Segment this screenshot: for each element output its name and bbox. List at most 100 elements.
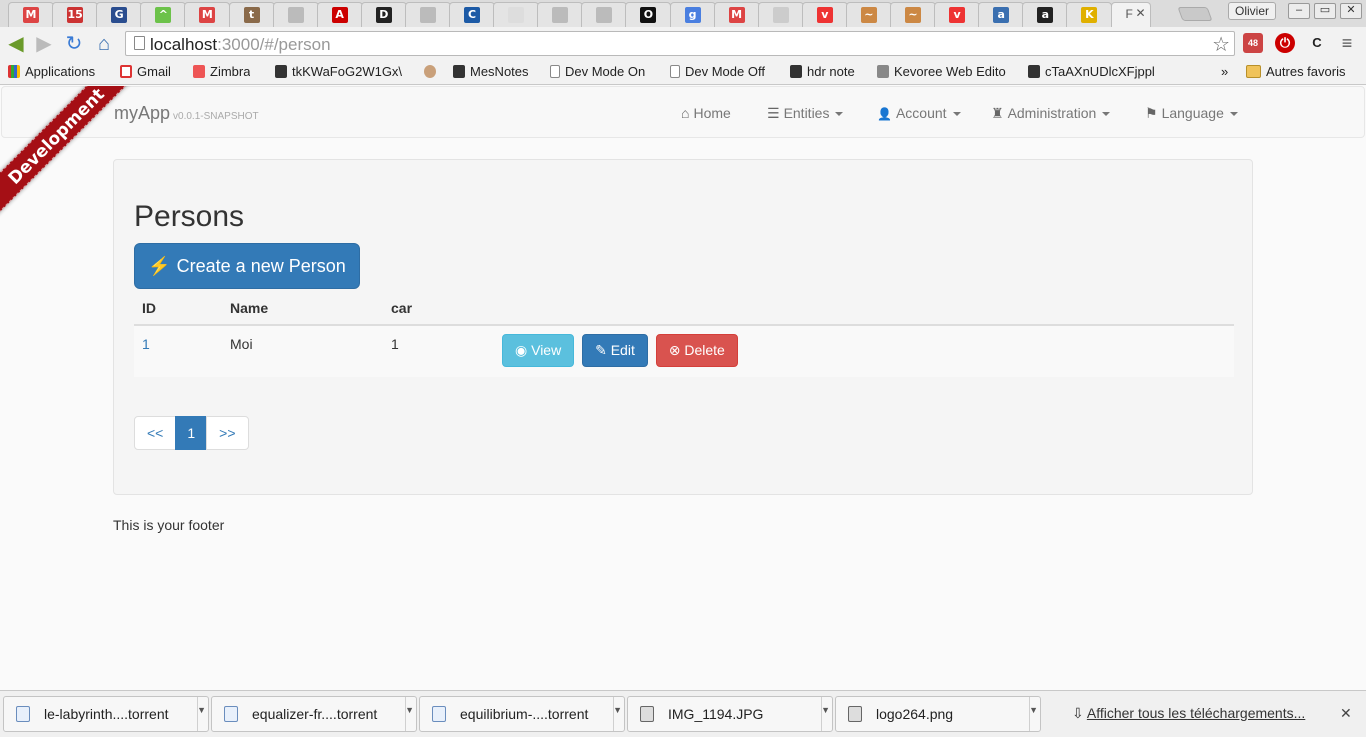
bookmark-applications[interactable]: Applications <box>8 64 95 79</box>
bookmark-star-icon[interactable]: ☆ <box>1212 32 1230 57</box>
download-item[interactable]: logo264.png ▼ <box>835 696 1041 732</box>
browser-tab[interactable]: G <box>96 2 143 27</box>
browser-tab[interactable] <box>757 2 804 27</box>
bookmark-ctaaxnudl[interactable]: cTaAXnUDlcXFjppl <box>1028 64 1164 79</box>
profile-button[interactable]: Olivier <box>1228 2 1277 20</box>
bookmark-gmail[interactable]: Gmail <box>120 64 171 79</box>
bookmark-hdr-note[interactable]: hdr note <box>790 64 855 79</box>
browser-tab[interactable] <box>272 2 319 27</box>
browser-tab[interactable]: ~ <box>845 2 892 27</box>
download-filename: logo264.png <box>876 706 954 722</box>
bookmarks-overflow-button[interactable]: » <box>1221 64 1228 79</box>
bookmark-dev-mode-on[interactable]: Dev Mode On <box>550 64 645 79</box>
browser-tab[interactable]: M <box>713 2 760 27</box>
download-item[interactable]: le-labyrinth....torrent ▼ <box>3 696 209 732</box>
nav-language[interactable]: ⚑ Language <box>1145 105 1238 122</box>
chevron-down-icon[interactable]: ▼ <box>405 705 414 715</box>
extension-c-icon[interactable]: C <box>1307 33 1327 53</box>
browser-tab[interactable]: O <box>625 2 672 27</box>
browser-tab[interactable] <box>493 2 540 27</box>
person-id-link[interactable]: 1 <box>142 336 150 352</box>
calendar-extension-icon[interactable]: 48 <box>1243 33 1263 53</box>
adblock-extension-icon[interactable]: ⏻ <box>1275 33 1295 53</box>
bookmark-tkkwafog[interactable]: tkKWaFoG2W1Gx\ <box>275 64 411 79</box>
browser-tab[interactable]: g <box>669 2 716 27</box>
download-item[interactable]: equilibrium-....torrent ▼ <box>419 696 625 732</box>
column-header-name: Name <box>222 292 383 326</box>
browser-tab[interactable]: a <box>978 2 1025 27</box>
caret-down-icon <box>835 112 844 117</box>
browser-tab[interactable] <box>537 2 584 27</box>
home-icon[interactable]: ⌂ <box>92 32 116 56</box>
delete-button[interactable]: ⊗ Delete <box>655 334 738 367</box>
download-item-open[interactable]: logo264.png <box>836 697 1030 731</box>
browser-tab[interactable] <box>404 2 451 27</box>
caret-down-icon <box>1229 112 1238 117</box>
minimize-button[interactable]: – <box>1288 3 1310 19</box>
nav-entities[interactable]: ☰ Entities <box>767 105 844 122</box>
caret-down-icon <box>952 112 961 117</box>
close-shelf-icon[interactable]: ✕ <box>1340 705 1352 722</box>
chevron-down-icon[interactable]: ▼ <box>197 705 206 715</box>
download-item-open[interactable]: equalizer-fr....torrent <box>212 697 406 731</box>
browser-tab[interactable]: C <box>449 2 495 27</box>
other-bookmarks[interactable]: Autres favoris <box>1246 64 1345 79</box>
browser-tab[interactable]: ^ <box>140 2 187 27</box>
feedly-tab-icon: ^ <box>155 7 172 23</box>
ribbon-label: Development <box>0 86 140 224</box>
maximize-button[interactable]: ▭ <box>1314 3 1336 19</box>
menu-icon[interactable]: ≡ <box>1337 33 1357 53</box>
browser-tab[interactable]: ~ <box>890 2 936 27</box>
browser-tab[interactable]: A <box>316 2 363 27</box>
browser-tab[interactable]: M <box>184 2 231 27</box>
edit-button[interactable]: ✎ Edit <box>582 334 648 367</box>
pagination-next[interactable]: >> <box>206 416 249 450</box>
bookmark-face[interactable] <box>424 64 441 79</box>
nav-account[interactable]: 👤 Account <box>877 105 961 121</box>
bookmark-zimbra[interactable]: Zimbra <box>193 64 250 79</box>
show-all-downloads[interactable]: ⇩ Afficher tous les téléchargements... <box>1072 705 1305 722</box>
pagination-prev[interactable]: << <box>134 416 177 450</box>
close-tab-icon[interactable]: ✕ <box>1135 6 1145 20</box>
pagination-page-1[interactable]: 1 <box>175 416 208 450</box>
view-button[interactable]: ◉ View <box>502 334 575 367</box>
reload-icon[interactable]: ↻ <box>62 32 86 56</box>
download-item-open[interactable]: IMG_1194.JPG <box>628 697 822 731</box>
bookmark-kevoree[interactable]: Kevoree Web Edito <box>877 64 1015 79</box>
browser-tab[interactable]: 15 <box>52 2 99 27</box>
folder-icon <box>1246 65 1261 78</box>
download-item-open[interactable]: equilibrium-....torrent <box>420 697 614 731</box>
forward-arrow-icon[interactable]: ▶ <box>32 32 56 56</box>
chevron-down-icon[interactable]: ▼ <box>613 705 622 715</box>
bookmark-mesnotes[interactable]: MesNotes <box>453 64 529 79</box>
download-item[interactable]: IMG_1194.JPG ▼ <box>627 696 833 732</box>
tab-title: F <box>1125 7 1133 21</box>
nav-home[interactable]: ⌂ Home <box>681 105 731 121</box>
chevron-down-icon[interactable]: ▼ <box>821 705 830 715</box>
browser-tab[interactable]: v <box>934 2 981 27</box>
address-bar[interactable]: localhost:3000/#/person ☆ <box>125 31 1235 56</box>
browser-tab[interactable]: K <box>1066 2 1113 27</box>
browser-tab[interactable] <box>581 2 628 27</box>
document-tab-icon: D <box>375 7 392 23</box>
browser-tab[interactable]: t <box>228 2 275 27</box>
close-window-button[interactable]: ✕ <box>1340 3 1362 19</box>
url-text[interactable]: localhost:3000/#/person <box>150 35 331 55</box>
nav-administration[interactable]: ♜ Administration <box>991 105 1111 122</box>
back-arrow-icon[interactable]: ◀ <box>4 32 28 56</box>
new-tab-button[interactable] <box>1177 7 1213 21</box>
caret-down-icon <box>1102 112 1111 117</box>
browser-tab[interactable]: a <box>1022 2 1069 27</box>
browser-tab[interactable]: D <box>360 2 407 27</box>
create-person-button[interactable]: ⚡ Create a new Person <box>134 243 360 289</box>
chevron-down-icon[interactable]: ▼ <box>1029 705 1038 715</box>
download-item[interactable]: equalizer-fr....torrent ▼ <box>211 696 417 732</box>
development-ribbon: Development <box>0 86 140 226</box>
cell-id[interactable]: 1 <box>134 324 222 377</box>
active-browser-tab[interactable]: F ✕ <box>1110 2 1151 27</box>
browser-tab[interactable]: v <box>801 2 848 27</box>
browser-tab[interactable]: M <box>8 2 54 27</box>
bookmark-dev-mode-off[interactable]: Dev Mode Off <box>670 64 765 79</box>
download-item-open[interactable]: le-labyrinth....torrent <box>4 697 198 731</box>
cell-name: Moi <box>222 324 383 377</box>
